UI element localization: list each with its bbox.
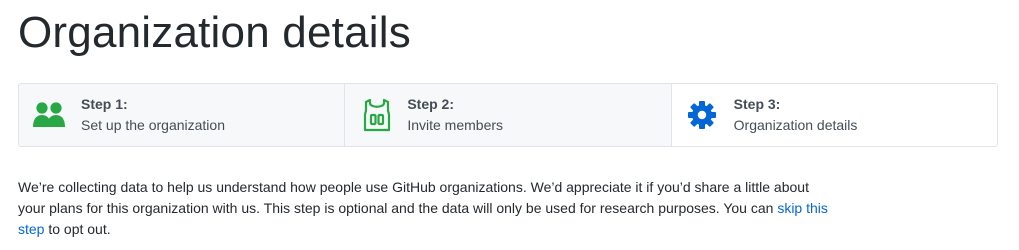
people-icon — [33, 99, 65, 131]
intro-text: We’re collecting data to help us underst… — [18, 179, 809, 216]
step-2-number: Step 2: — [407, 96, 455, 112]
step-3-number: Step 3: — [733, 96, 781, 112]
intro-paragraph: We’re collecting data to help us underst… — [18, 177, 838, 240]
step-1: Step 1: Set up the organization — [19, 84, 346, 146]
gear-icon — [686, 99, 718, 131]
step-2: Step 2: Invite members — [345, 84, 672, 146]
step-3-label: Organization details — [733, 117, 858, 133]
step-1-label: Set up the organization — [81, 117, 225, 133]
page-title: Organization details — [18, 8, 411, 57]
step-1-number: Step 1: — [81, 96, 128, 112]
intro-text-end: to opt out. — [44, 221, 111, 237]
setup-steps: Step 1: Set up the organization Step 2: … — [18, 83, 998, 147]
step-3: Step 3: Organization details — [671, 84, 997, 146]
step-2-label: Invite members — [407, 117, 504, 133]
jersey-icon — [361, 98, 393, 132]
